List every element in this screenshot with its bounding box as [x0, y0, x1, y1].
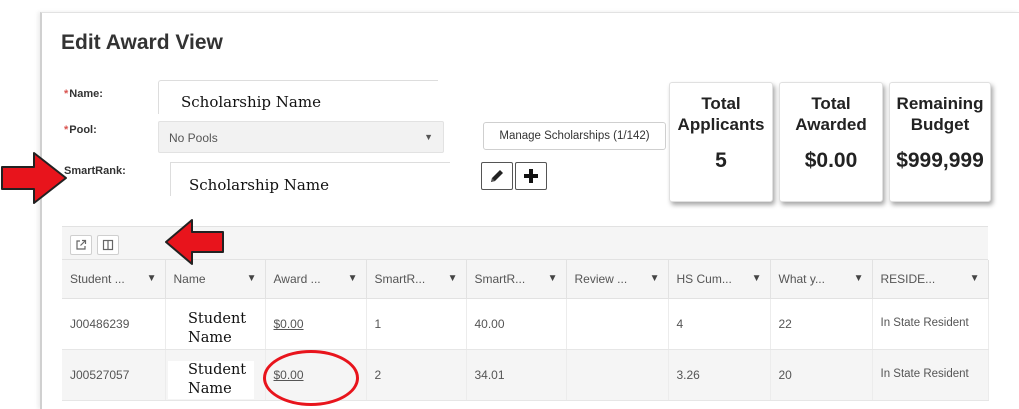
name-label: *Name:: [64, 88, 103, 100]
column-header-residency[interactable]: RESIDE... ▼: [872, 260, 989, 299]
stat-card-total-awarded: Total Awarded $0.00: [779, 82, 883, 202]
external-link-icon: [76, 239, 87, 250]
cell-residency: In State Resident: [872, 349, 989, 401]
manage-scholarships-button[interactable]: Manage Scholarships (1/142): [483, 122, 666, 150]
column-header-what[interactable]: What y... ▼: [770, 260, 873, 299]
filter-icon[interactable]: ▼: [752, 273, 762, 284]
cell-residency: In State Resident: [872, 298, 989, 350]
export-button[interactable]: [70, 235, 92, 255]
columns-button[interactable]: [97, 235, 119, 255]
pool-select-value: No Pools: [169, 131, 218, 145]
filter-icon[interactable]: ▼: [247, 273, 257, 284]
cell-smartrank: 1: [366, 298, 467, 350]
stat-value: 5: [715, 149, 727, 172]
columns-icon: [102, 239, 114, 251]
cell-review: [566, 298, 669, 350]
row-name-overlay: Student Name: [168, 361, 254, 399]
annotation-arrow-icon: [165, 219, 224, 265]
name-field-value: Scholarship Name: [181, 93, 321, 111]
column-header-smartrank-score[interactable]: SmartR... ▼: [466, 260, 567, 299]
column-header-hs-cum[interactable]: HS Cum... ▼: [668, 260, 771, 299]
stat-value: $999,999: [896, 149, 984, 172]
cell-smartrank: 2: [366, 349, 467, 401]
filter-icon[interactable]: ▼: [448, 273, 458, 284]
column-header-review[interactable]: Review ... ▼: [566, 260, 669, 299]
filter-icon[interactable]: ▼: [854, 273, 864, 284]
stat-label: Remaining Budget: [896, 94, 984, 134]
plus-icon: [524, 169, 538, 183]
cell-review: [566, 349, 669, 401]
cell-hs-cum: 4: [668, 298, 771, 350]
column-header-student[interactable]: Student ... ▼: [62, 260, 166, 299]
annotation-circle: [263, 350, 359, 406]
pencil-icon: [491, 170, 503, 182]
smartrank-label: SmartRank:: [64, 165, 126, 177]
cell-student-id: J00486239: [62, 298, 166, 350]
pool-select[interactable]: No Pools ▼: [158, 121, 444, 153]
stat-card-total-applicants: Total Applicants 5: [669, 82, 773, 202]
award-link[interactable]: $0.00: [274, 317, 304, 331]
filter-icon[interactable]: ▼: [970, 273, 980, 284]
stat-value: $0.00: [804, 149, 858, 172]
annotation-arrow-icon: [1, 152, 67, 204]
pool-label: *Pool:: [64, 124, 97, 136]
column-header-smartrank[interactable]: SmartR... ▼: [366, 260, 467, 299]
page-title: Edit Award View: [61, 31, 223, 54]
cell-what: 22: [770, 298, 873, 350]
stat-card-remaining-budget: Remaining Budget $999,999: [889, 82, 991, 202]
smartrank-field-value: Scholarship Name: [189, 176, 329, 194]
cell-award: $0.00: [265, 298, 367, 350]
edit-smartrank-button[interactable]: [481, 162, 513, 190]
cell-what: 20: [770, 349, 873, 401]
cell-hs-cum: 3.26: [668, 349, 771, 401]
filter-icon[interactable]: ▼: [548, 273, 558, 284]
column-header-award[interactable]: Award ... ▼: [265, 260, 367, 299]
stat-label: Total Awarded: [795, 94, 867, 134]
cell-student-id: J00527057: [62, 349, 166, 401]
row-name-overlay: Student Name: [168, 310, 254, 348]
stat-label: Total Applicants: [677, 94, 765, 134]
add-smartrank-button[interactable]: [515, 162, 547, 190]
filter-icon[interactable]: ▼: [348, 273, 358, 284]
cell-smartrank-score: 40.00: [466, 298, 567, 350]
caret-down-icon: ▼: [424, 132, 433, 142]
cell-smartrank-score: 34.01: [466, 349, 567, 401]
filter-icon[interactable]: ▼: [147, 273, 157, 284]
filter-icon[interactable]: ▼: [650, 273, 660, 284]
